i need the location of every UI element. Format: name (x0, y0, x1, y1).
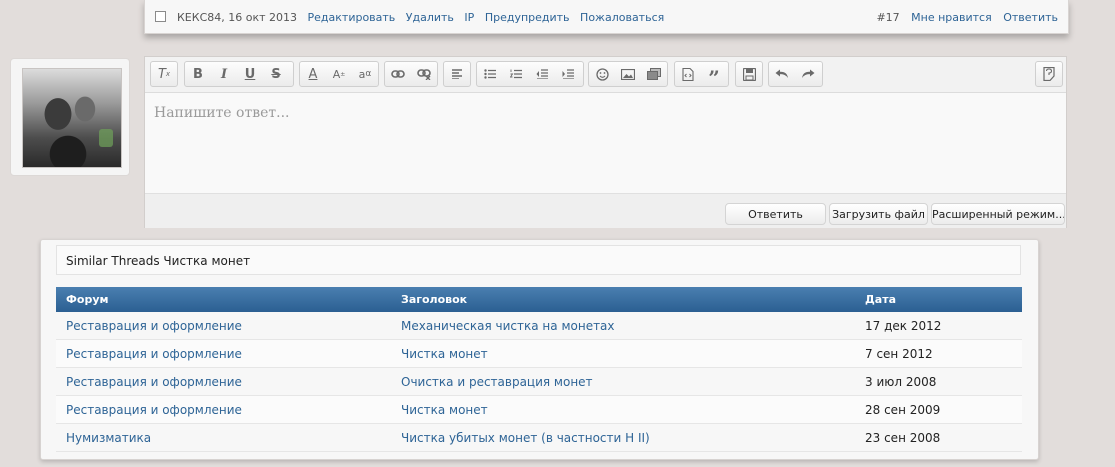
toolbar-group-lists (476, 61, 584, 87)
report-link[interactable]: Пожаловаться (580, 11, 664, 24)
toolbar-group-clear: Tx (150, 61, 178, 87)
reply-editor: Tx B I U S A A ± aα ” Напишите ответ... … (144, 56, 1067, 228)
editor-toolbar: Tx B I U S A A ± aα ” (145, 57, 1066, 93)
row-date: 28 сен 2009 (865, 402, 941, 417)
row-forum-link[interactable]: Реставрация и оформление (66, 375, 242, 389)
save-draft-icon[interactable] (736, 62, 762, 86)
row-forum-link[interactable]: Реставрация и оформление (66, 319, 242, 333)
row-thread-link[interactable]: Чистка монет (401, 347, 488, 361)
align-icon[interactable] (444, 62, 470, 86)
column-header-forum[interactable]: Форум (66, 293, 109, 306)
italic-icon[interactable]: I (211, 62, 237, 86)
numbered-list-icon[interactable] (503, 62, 529, 86)
post-author-date: КЕКС84, 16 окт 2013 (177, 11, 298, 24)
table-row: Реставрация и оформление Чистка монет 7 се… (56, 340, 1022, 368)
reply-button[interactable]: Ответить (725, 203, 826, 225)
advanced-mode-button[interactable]: Расширенный режим... (931, 203, 1065, 225)
toolbar-group-blocks: ” (674, 61, 729, 90)
toolbar-group-text: B I U S (184, 61, 294, 87)
outdent-icon[interactable] (529, 62, 555, 86)
toggle-source-icon[interactable] (1036, 62, 1062, 86)
row-forum-link[interactable]: Нумизматика (66, 431, 151, 445)
edit-link[interactable]: Редактировать (308, 11, 396, 24)
table-row: Нумизматика Чистка убитых монет (в частно… (56, 424, 1022, 452)
similar-threads-title: Similar Threads Чистка монет (56, 245, 1021, 275)
table-row: Реставрация и оформление Очистка и рестав… (56, 368, 1022, 396)
undo-icon[interactable] (769, 62, 795, 86)
column-header-title[interactable]: Заголовок (401, 293, 467, 306)
font-family-icon[interactable]: aα (352, 62, 378, 86)
delete-link[interactable]: Удалить (406, 11, 454, 24)
table-row: Реставрация и оформление Механическая чис… (56, 312, 1022, 340)
toolbar-group-history (768, 61, 823, 87)
ip-link[interactable]: IP (464, 11, 474, 24)
row-forum-link[interactable]: Реставрация и оформление (66, 403, 242, 417)
row-date: 23 сен 2008 (865, 430, 941, 445)
toolbar-group-insert (588, 61, 668, 87)
post-meta: КЕКС84, 16 окт 2013 Редактировать Удалит… (177, 11, 671, 24)
row-thread-link[interactable]: Чистка монет (401, 403, 488, 417)
upload-file-button[interactable]: Загрузить файл (829, 203, 928, 225)
toolbar-group-source (1035, 61, 1063, 87)
bulleted-list-icon[interactable] (477, 62, 503, 86)
reply-textarea[interactable]: Напишите ответ... (145, 93, 1066, 193)
avatar-frame (10, 58, 130, 176)
avatar-photo-detail (99, 129, 113, 147)
toolbar-group-draft (735, 61, 763, 87)
toolbar-group-align (443, 61, 471, 87)
post-number[interactable]: #17 (876, 11, 899, 24)
toolbar-group-links (384, 61, 438, 87)
redo-icon[interactable] (795, 62, 821, 86)
media-icon[interactable] (641, 62, 667, 86)
select-post-checkbox[interactable] (155, 11, 166, 22)
editor-button-bar: Ответить Загрузить файл Расширенный режи… (145, 193, 1066, 228)
column-header-date[interactable]: Дата (865, 293, 896, 306)
table-header: Форум Заголовок Дата (56, 287, 1022, 312)
similar-threads: Similar Threads Чистка монет Форум Загол… (40, 239, 1039, 460)
row-date: 17 дек 2012 (865, 318, 942, 333)
row-date: 7 сен 2012 (865, 346, 933, 361)
like-link[interactable]: Мне нравится (911, 11, 992, 24)
row-date: 3 июл 2008 (865, 374, 937, 389)
toolbar-group-font: A A ± aα (299, 61, 379, 87)
row-thread-link[interactable]: Чистка убитых монет (в частности Н II) (401, 431, 650, 445)
smiley-icon[interactable] (589, 62, 615, 86)
remove-format-icon[interactable]: Tx (151, 62, 177, 86)
image-icon[interactable] (615, 62, 641, 86)
reply-placeholder: Напишите ответ... (154, 105, 290, 121)
code-icon[interactable] (675, 62, 701, 86)
table-row: Реставрация и оформление Чистка монет 28 с… (56, 396, 1022, 424)
post-actions-right: #17 Мне нравится Ответить (868, 11, 1058, 24)
font-color-icon[interactable]: A (300, 62, 326, 86)
warn-link[interactable]: Предупредить (485, 11, 570, 24)
indent-icon[interactable] (555, 62, 581, 86)
unlink-icon[interactable] (411, 62, 437, 86)
quote-icon[interactable]: ” (701, 62, 727, 90)
row-thread-link[interactable]: Очистка и реставрация монет (401, 375, 593, 389)
link-icon[interactable] (385, 62, 411, 86)
reply-link[interactable]: Ответить (1003, 11, 1058, 24)
bold-icon[interactable]: B (185, 62, 211, 86)
post-footer: КЕКС84, 16 окт 2013 Редактировать Удалит… (144, 0, 1069, 34)
font-size-icon[interactable]: A ± (326, 62, 352, 86)
similar-threads-table: Форум Заголовок Дата Реставрация и оформ… (56, 287, 1022, 452)
strikethrough-icon[interactable]: S (263, 62, 289, 86)
row-thread-link[interactable]: Механическая чистка на монетах (401, 319, 615, 333)
underline-icon[interactable]: U (237, 62, 263, 86)
row-forum-link[interactable]: Реставрация и оформление (66, 347, 242, 361)
avatar[interactable] (22, 68, 122, 168)
